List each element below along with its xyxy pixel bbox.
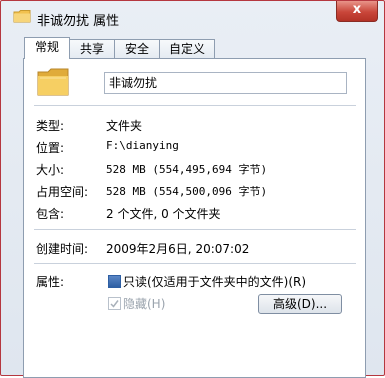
contains-label: 包含: <box>36 207 65 221</box>
contains-value: 2 个文件, 0 个文件夹 <box>106 207 221 221</box>
check-icon <box>110 300 119 308</box>
properties-window: 非诚勿扰 属性 x 常规 共享 安全 自定义 非诚勿扰 类型: 文件夹 位置: … <box>0 0 385 378</box>
tab-general[interactable]: 常规 <box>24 37 70 59</box>
size-label: 大小: <box>36 163 65 177</box>
created-label: 创建时间: <box>36 242 89 256</box>
created-value: 2009年2月6日, 20:07:02 <box>106 242 250 256</box>
folder-name-input[interactable]: 非诚勿扰 <box>104 72 347 94</box>
readonly-checkbox[interactable] <box>108 275 121 288</box>
advanced-button[interactable]: 高级(D)... <box>258 294 342 314</box>
title-bar[interactable]: 非诚勿扰 属性 x <box>1 1 384 35</box>
separator <box>34 263 356 264</box>
tab-security[interactable]: 安全 <box>114 39 160 58</box>
size-value: 528 MB (554,495,694 字节) <box>106 163 268 176</box>
size-on-disk-label: 占用空间: <box>36 185 89 199</box>
separator <box>34 229 356 230</box>
separator <box>34 105 356 106</box>
location-value: F:\dianying <box>106 139 179 152</box>
type-value: 文件夹 <box>106 119 143 133</box>
general-panel: 非诚勿扰 类型: 文件夹 位置: F:\dianying 大小: 528 MB … <box>23 58 366 378</box>
tab-sharing[interactable]: 共享 <box>69 39 115 58</box>
size-on-disk-value: 528 MB (554,500,096 字节) <box>106 185 268 198</box>
folder-icon <box>37 68 69 96</box>
location-label: 位置: <box>36 141 65 155</box>
type-label: 类型: <box>36 119 65 133</box>
folder-icon <box>13 10 31 23</box>
readonly-label: 只读(仅适用于文件夹中的文件)(R) <box>123 275 307 289</box>
close-button[interactable]: x <box>336 1 378 22</box>
tab-customize[interactable]: 自定义 <box>159 39 215 58</box>
window-title: 非诚勿扰 属性 <box>37 14 120 29</box>
hidden-checkbox[interactable] <box>108 297 121 310</box>
attributes-label: 属性: <box>36 275 65 289</box>
hidden-label: 隐藏(H) <box>123 297 166 311</box>
close-icon: x <box>352 2 362 17</box>
